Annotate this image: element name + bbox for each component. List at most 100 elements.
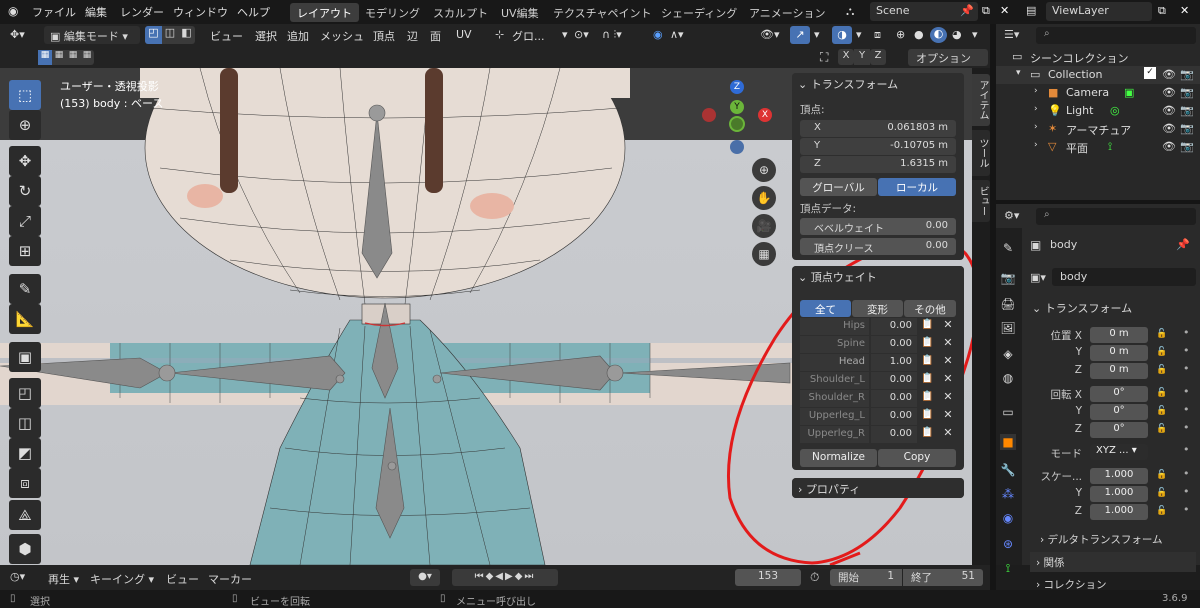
keyframe-dot-icon[interactable]: • (1183, 485, 1190, 498)
vertex-x-field[interactable]: X 0.061803 m (800, 120, 956, 137)
scene-tab-icon[interactable]: ◈ (1000, 346, 1016, 362)
tab-uv[interactable]: UV編集 (494, 3, 546, 22)
start-frame-field[interactable]: 開始 1 (830, 569, 902, 586)
new-scene-icon[interactable]: ⧉ (982, 4, 990, 18)
render-tab-icon[interactable]: 📷 (1000, 270, 1016, 286)
mirror-y-toggle[interactable]: Y (854, 49, 870, 65)
side-tab-view[interactable]: ビュー (972, 180, 990, 222)
lock-icon[interactable]: 🔓 (1156, 506, 1167, 516)
menu-view[interactable]: ビュー (210, 28, 243, 44)
vertex-crease-field[interactable]: 頂点クリース 0.00 (800, 238, 956, 255)
bevel-weight-field[interactable]: ベベルウェイト 0.00 (800, 218, 956, 235)
delta-transform-header[interactable]: › デルタトランスフォーム (1040, 532, 1163, 547)
navigation-gizmo[interactable]: Z Y X (700, 78, 790, 158)
physics-tab-icon[interactable]: ◉ (1000, 510, 1016, 526)
transform-orientation-icon[interactable]: ⊹ (495, 28, 504, 41)
playback-controls[interactable]: ⏮◆◀▶◆⏭ (452, 569, 558, 586)
annotate-tool-icon[interactable]: ✎ (9, 274, 41, 304)
mesh-data-tab-icon[interactable]: ⟟ (1000, 560, 1016, 576)
mode-intersect-icon[interactable]: ▦ (80, 50, 94, 65)
eye-icon[interactable]: 👁 (1162, 68, 1176, 81)
constraints-tab-icon[interactable]: ⊛ (1000, 536, 1016, 552)
eye-icon[interactable]: 👁 (1162, 140, 1176, 153)
close-icon[interactable]: ✕ (941, 336, 955, 353)
paste-weight-icon[interactable]: 📋 (921, 391, 933, 405)
rotation-y-field[interactable]: 0° (1090, 404, 1148, 420)
lock-icon[interactable]: 🔓 (1156, 488, 1167, 498)
falloff-icon[interactable]: ∧▾ (670, 28, 684, 41)
object-transform-header[interactable]: ⌄ トランスフォーム (1026, 297, 1198, 317)
outliner-collection[interactable]: ▾ ▭ Collection ✓ 👁 📷 (996, 66, 1200, 84)
gizmo-center[interactable] (729, 116, 745, 132)
eye-icon[interactable]: 👁 (1162, 122, 1176, 135)
collections-header[interactable]: › コレクション (1030, 576, 1196, 590)
keyframe-dot-icon[interactable]: • (1183, 344, 1190, 357)
weights-tab-deform[interactable]: 変形 (852, 300, 903, 317)
side-tab-item[interactable]: アイテム (972, 74, 990, 126)
lock-icon[interactable]: 🔓 (1156, 470, 1167, 480)
tab-sculpt[interactable]: スカルプト (426, 3, 495, 22)
playback-menu[interactable]: 再生 ▾ (48, 571, 79, 587)
zoom-icon[interactable]: ⊕ (752, 158, 776, 182)
pivot-icon[interactable]: ⊙▾ (574, 28, 589, 41)
tab-modeling[interactable]: モデリング (358, 3, 427, 22)
vertex-weights-header[interactable]: ⌄ 頂点ウェイト (792, 266, 964, 286)
current-frame-field[interactable]: 153 (735, 569, 801, 586)
camera-render-icon[interactable]: 📷 (1180, 104, 1194, 117)
menu-edit[interactable]: 編集 (85, 4, 107, 20)
paste-weight-icon[interactable]: 📋 (921, 355, 933, 369)
scale-tool-icon[interactable]: ⤢ (9, 206, 41, 236)
lock-icon[interactable]: 🔓 (1156, 365, 1167, 375)
edge-select-icon[interactable]: ◫ (162, 26, 178, 44)
tool-tab-icon[interactable]: ✎ (1000, 240, 1016, 256)
chevron-down-icon[interactable]: ▾ (562, 28, 568, 41)
camera-view-icon[interactable]: 🎥 (752, 214, 776, 238)
keying-menu[interactable]: キーイング ▾ (90, 571, 154, 587)
menu-file[interactable]: ファイル (32, 4, 76, 20)
menu-face[interactable]: 面 (430, 28, 441, 44)
object-tab-icon[interactable]: ■ (1000, 434, 1016, 450)
editor-type-icon[interactable]: ✥▾ (10, 28, 25, 41)
chevron-right-icon[interactable]: › (1034, 86, 1038, 96)
move-tool-icon[interactable]: ✥ (9, 146, 41, 176)
camera-render-icon[interactable]: 📷 (1180, 122, 1194, 135)
lock-icon[interactable]: 🔓 (1156, 329, 1167, 339)
close-icon[interactable]: ✕ (941, 318, 955, 335)
keyframe-dot-icon[interactable]: • (1183, 385, 1190, 398)
particles-tab-icon[interactable]: ⁂ (1000, 486, 1016, 502)
close-icon[interactable]: ✕ (941, 390, 955, 407)
keyframe-dot-icon[interactable]: • (1183, 421, 1190, 434)
collection-tab-icon[interactable]: ▭ (1000, 404, 1016, 420)
play-reverse-icon[interactable]: ◀ (495, 571, 505, 582)
options-dropdown[interactable]: オプション ▾ (908, 49, 988, 79)
camera-render-icon[interactable]: 📷 (1180, 86, 1194, 99)
properties-panel-header[interactable]: › プロパティ (792, 478, 964, 498)
loop-cut-tool-icon[interactable]: ⧈ (9, 468, 41, 498)
outliner-scene-collection[interactable]: ▭ シーンコレクション (996, 48, 1200, 66)
new-view-layer-icon[interactable]: ⧉ (1158, 4, 1166, 18)
global-button[interactable]: グローバル (800, 178, 877, 196)
vertex-select-icon[interactable]: ◰ (145, 26, 162, 44)
object-data-icon[interactable]: ▣▾ (1030, 271, 1046, 284)
gizmo-x-axis[interactable]: X (758, 108, 772, 122)
location-x-field[interactable]: 0 m (1090, 327, 1148, 343)
keyframe-dot-icon[interactable]: • (1183, 326, 1190, 339)
checkbox-icon[interactable]: ✓ (1144, 67, 1156, 79)
object-name-input[interactable]: body (1052, 268, 1196, 286)
weight-value[interactable]: 0.00 (871, 408, 917, 425)
chevron-down-icon[interactable]: ▾ (856, 28, 862, 41)
delete-view-layer-icon[interactable]: ✕ (1180, 4, 1189, 17)
snap-icon[interactable]: ∩ ⫶▾ (602, 28, 622, 42)
jump-end-icon[interactable]: ⏭ (524, 571, 535, 582)
weight-value[interactable]: 0.00 (871, 426, 917, 443)
camera-render-icon[interactable]: 📷 (1180, 140, 1194, 153)
add-cube-tool-icon[interactable]: ▣ (9, 342, 41, 372)
weights-tab-other[interactable]: その他 (904, 300, 956, 317)
weight-value[interactable]: 0.00 (871, 372, 917, 389)
measure-tool-icon[interactable]: 📐 (9, 304, 41, 334)
mirror-z-toggle[interactable]: Z (870, 49, 886, 65)
mode-extend-icon[interactable]: ▦ (52, 50, 66, 65)
keyframe-dot-icon[interactable]: • (1183, 467, 1190, 480)
perspective-grid-icon[interactable]: ▦ (752, 242, 776, 266)
side-tab-tool[interactable]: ツール (972, 130, 990, 176)
